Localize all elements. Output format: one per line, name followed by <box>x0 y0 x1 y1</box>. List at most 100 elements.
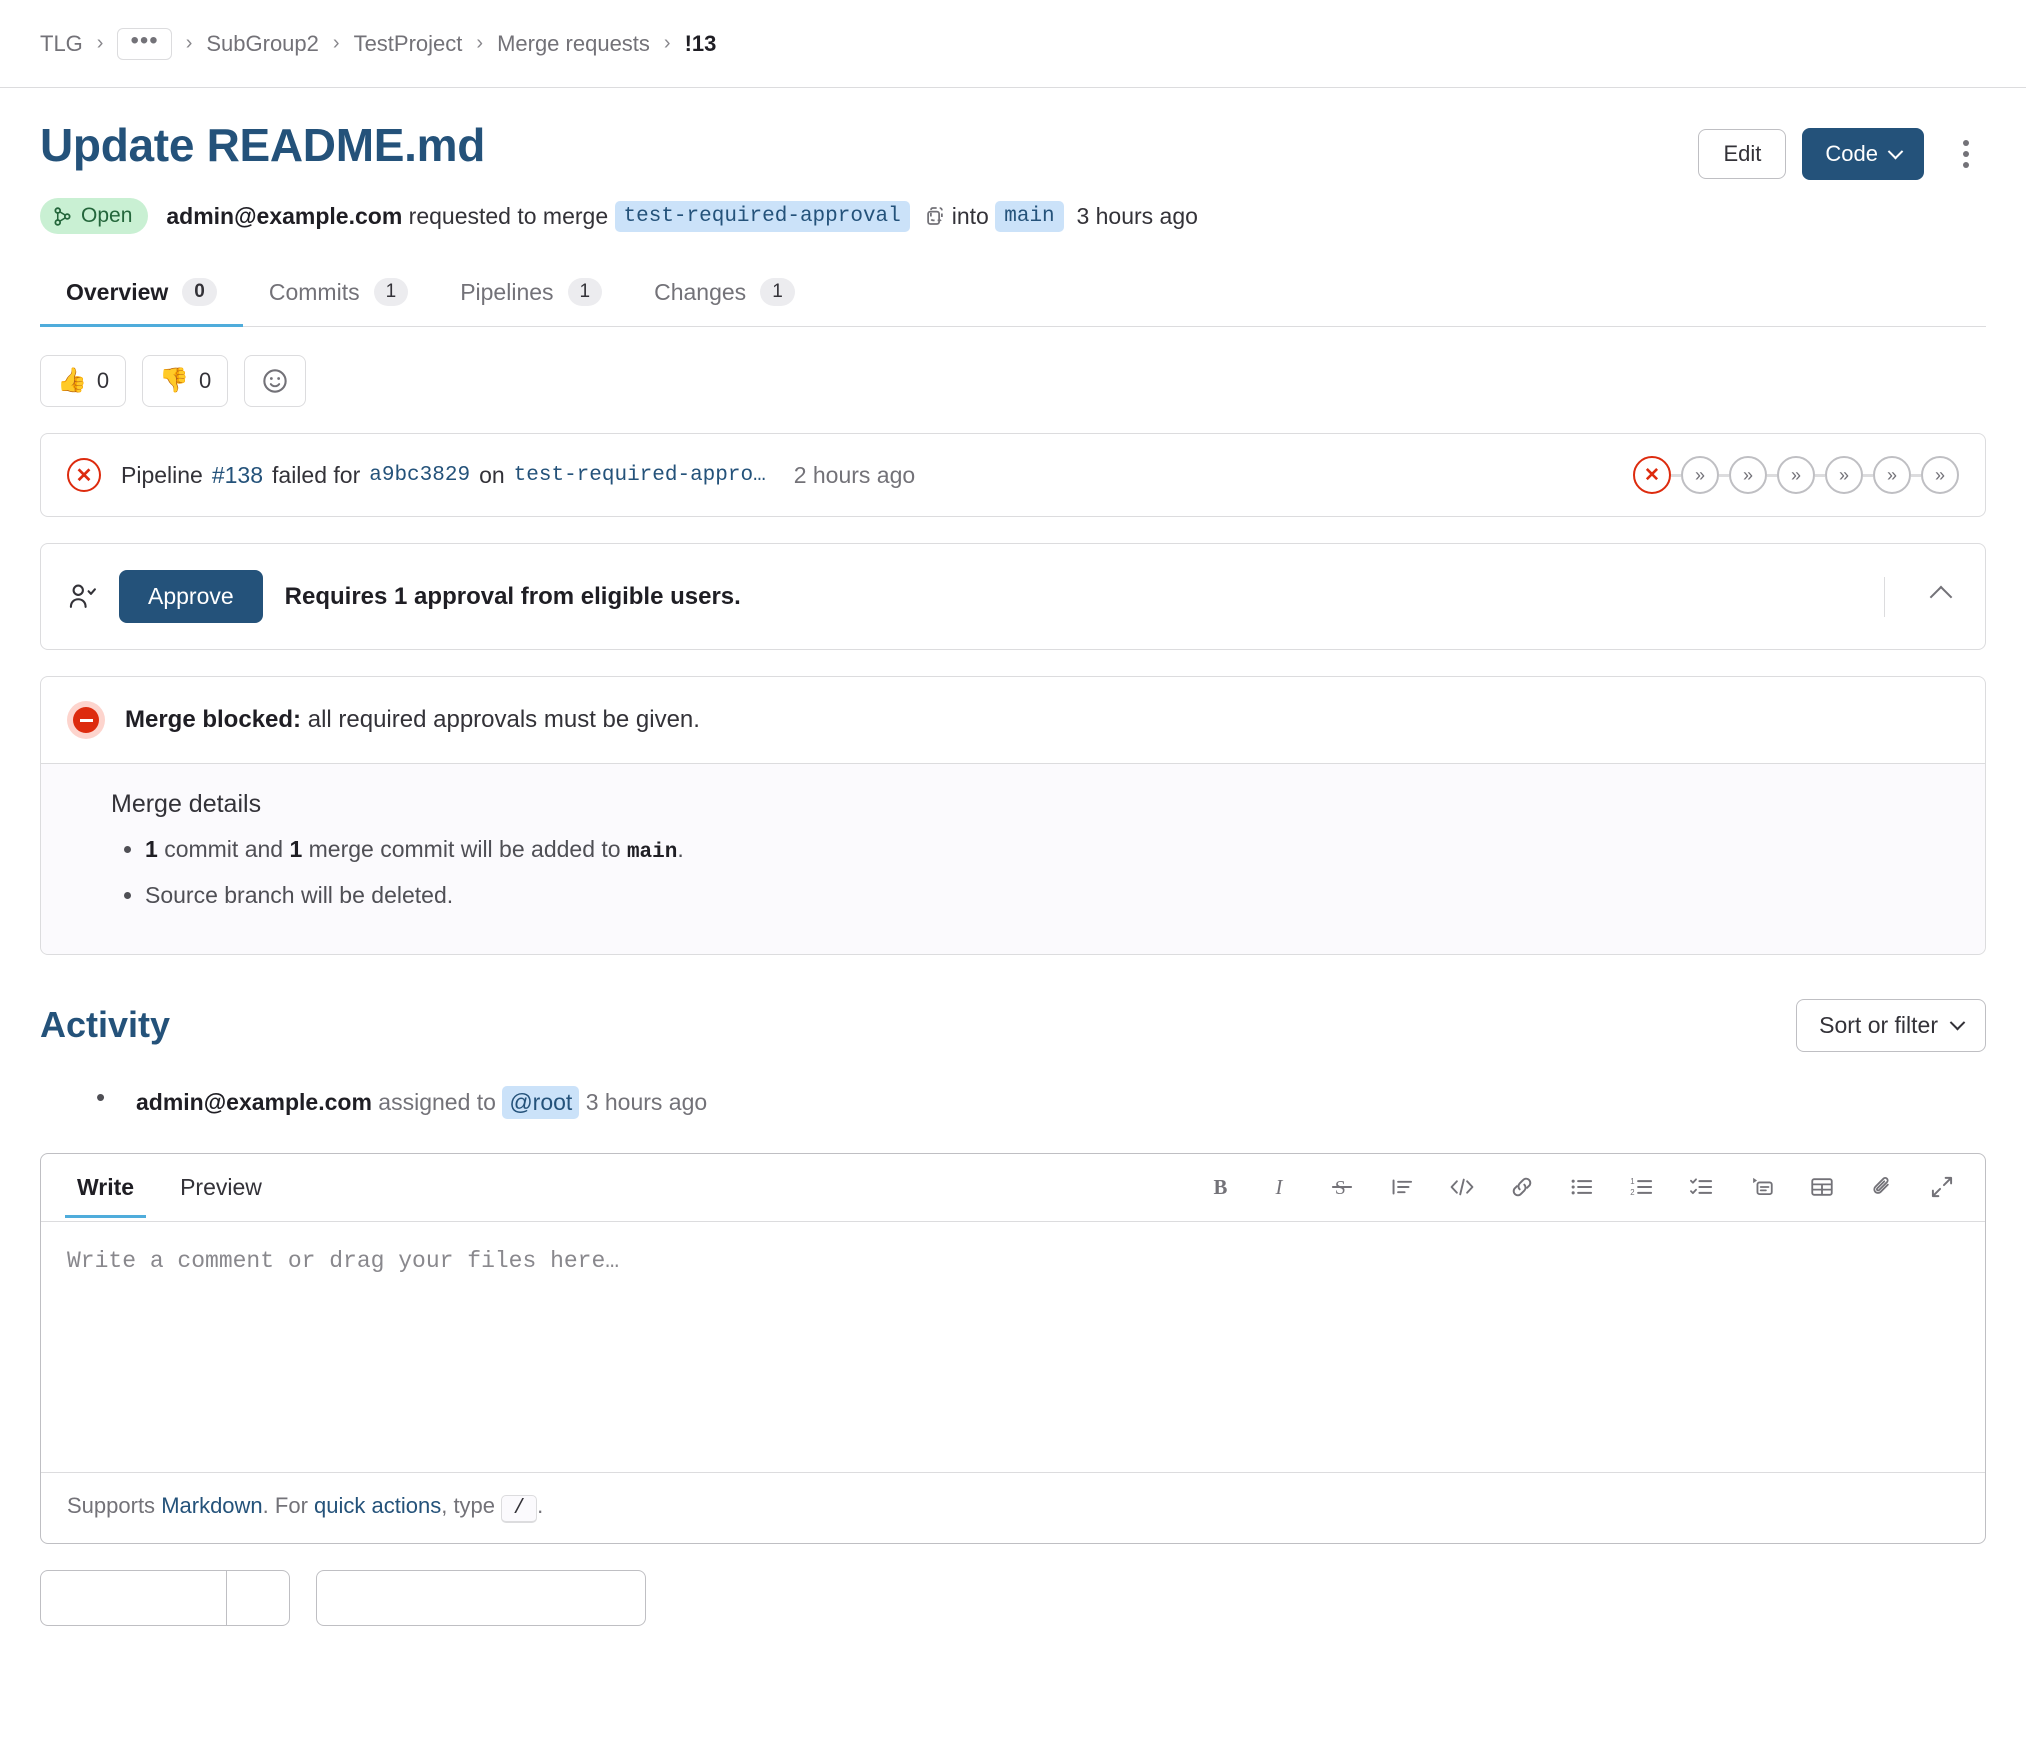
pipeline-stage-skipped-icon[interactable]: » <box>1825 456 1863 494</box>
merge-blocked-reason: all required approvals must be given. <box>307 706 700 733</box>
target-branch-chip[interactable]: main <box>995 200 1064 232</box>
reaction-thumbsdown-count: 0 <box>199 368 212 393</box>
numbered-list-icon[interactable]: 1 2 <box>1623 1168 1661 1206</box>
code-icon[interactable] <box>1443 1168 1481 1206</box>
breadcrumb-separator: › <box>332 32 340 54</box>
breadcrumb-separator: › <box>476 32 484 54</box>
activity-mention[interactable]: @root <box>502 1085 580 1119</box>
breadcrumb: TLG › ••• › SubGroup2 › TestProject › Me… <box>0 0 2026 88</box>
strikethrough-icon[interactable]: S <box>1323 1168 1361 1206</box>
close-merge-request-button[interactable] <box>316 1569 646 1626</box>
reaction-thumbsup-count: 0 <box>96 368 110 393</box>
approvals-row: Approve Requires 1 approval from eligibl… <box>41 544 1985 649</box>
activity-author[interactable]: admin@example.com <box>136 1089 372 1116</box>
comment-submit-split-button[interactable] <box>40 1569 290 1626</box>
breadcrumb-separator: › <box>185 32 193 54</box>
status-badge-label: Open <box>81 204 133 227</box>
chevron-down-icon <box>1949 1014 1966 1031</box>
reaction-thumbsup-button[interactable]: 👍 0 <box>40 355 127 407</box>
breadcrumb-separator: › <box>96 32 104 54</box>
code-dropdown-button[interactable]: Code <box>1802 128 1924 180</box>
breadcrumb-ellipsis-button[interactable]: ••• <box>117 27 172 60</box>
thumbsdown-icon: 👎 <box>159 367 190 394</box>
merge-request-icon <box>54 206 71 226</box>
stage-connector <box>1671 473 1681 477</box>
tab-overview-label: Overview <box>66 278 169 305</box>
tab-commits[interactable]: Commits 1 <box>243 268 434 327</box>
sort-or-filter-button[interactable]: Sort or filter <box>1796 998 1986 1052</box>
comment-placeholder: Write a comment or drag your files here… <box>67 1247 620 1274</box>
collapse-approvals-icon[interactable] <box>1929 585 1953 608</box>
merge-details-item-commits: 1 commit and 1 merge commit will be adde… <box>145 833 1959 867</box>
breadcrumb-separator: › <box>663 32 671 54</box>
pipeline-stage-skipped-icon[interactable]: » <box>1729 456 1767 494</box>
pipeline-stage-skipped-icon[interactable]: » <box>1921 456 1959 494</box>
approve-button[interactable]: Approve <box>119 570 263 623</box>
editor-tab-preview[interactable]: Preview <box>168 1158 274 1218</box>
quick-actions-link[interactable]: quick actions <box>314 1493 441 1518</box>
pipeline-stage-failed-icon[interactable]: ✕ <box>1633 456 1671 494</box>
page-title: Update README.md <box>40 119 486 171</box>
merge-request-status-line: Open admin@example.com requested to merg… <box>40 198 1986 234</box>
approvals-user-icon <box>69 584 96 608</box>
merge-target-branch: main <box>626 841 678 864</box>
reaction-thumbsdown-button[interactable]: 👎 0 <box>142 355 229 407</box>
italic-icon[interactable]: I <box>1263 1168 1301 1206</box>
merge-details-list: 1 commit and 1 merge commit will be adde… <box>111 833 1959 912</box>
stage-connector <box>1719 473 1729 477</box>
pipeline-status-row: ✕ Pipeline #138 failed for a9bc3829 on t… <box>41 434 1985 516</box>
add-reaction-button[interactable] <box>244 355 307 407</box>
tab-pipelines[interactable]: Pipelines 1 <box>434 268 628 327</box>
svg-text:S: S <box>1335 1178 1346 1199</box>
breadcrumb-item-project[interactable]: TestProject <box>354 31 463 57</box>
smiley-icon <box>263 369 287 393</box>
pipeline-branch-link[interactable]: test-required-appro… <box>514 464 766 487</box>
comment-submit-dropdown[interactable] <box>227 1571 289 1625</box>
merge-details-item-source-branch: Source branch will be deleted. <box>145 879 1959 911</box>
merge-request-tabs: Overview 0 Commits 1 Pipelines 1 Changes… <box>40 268 1986 327</box>
header-actions: Edit Code <box>1698 120 1986 180</box>
breadcrumb-item-subgroup[interactable]: SubGroup2 <box>206 31 319 57</box>
pipeline-stage-skipped-icon[interactable]: » <box>1681 456 1719 494</box>
edit-button[interactable]: Edit <box>1698 129 1787 179</box>
breadcrumb-item-current: !13 <box>684 30 717 56</box>
pipeline-stage-skipped-icon[interactable]: » <box>1777 456 1815 494</box>
editor-tab-write[interactable]: Write <box>65 1158 147 1219</box>
merge-details-section: Merge details 1 commit and 1 merge commi… <box>41 763 1985 954</box>
more-actions-button[interactable] <box>1946 131 1986 177</box>
tab-changes[interactable]: Changes 1 <box>628 268 821 327</box>
comment-submit-main[interactable] <box>41 1571 226 1625</box>
quote-icon[interactable] <box>1383 1168 1421 1206</box>
merge-request-author[interactable]: admin@example.com <box>166 203 402 230</box>
kebab-dot <box>1963 140 1969 146</box>
bold-icon[interactable]: B <box>1203 1168 1241 1206</box>
link-icon[interactable] <box>1503 1168 1541 1206</box>
activity-action: assigned to <box>378 1088 496 1115</box>
collapsible-section-icon[interactable] <box>1743 1168 1781 1206</box>
activity-item: admin@example.com assigned to @root 3 ho… <box>80 1082 1986 1119</box>
pipeline-commit-link[interactable]: a9bc3829 <box>369 464 470 487</box>
breadcrumb-item-group[interactable]: TLG <box>40 31 83 57</box>
fullscreen-icon[interactable] <box>1923 1168 1961 1206</box>
divider <box>1884 576 1885 617</box>
pipeline-stages: ✕ » » » » » » <box>1633 456 1959 494</box>
breadcrumb-item-merge-requests[interactable]: Merge requests <box>497 31 650 57</box>
merge-blocked-text: Merge blocked: all required approvals mu… <box>125 706 700 734</box>
markdown-link[interactable]: Markdown <box>161 1493 262 1518</box>
commit-mid-text: commit and <box>164 836 284 862</box>
commit-count: 1 <box>145 836 158 862</box>
attachment-icon[interactable] <box>1863 1168 1901 1206</box>
tab-overview[interactable]: Overview 0 <box>40 268 243 327</box>
source-branch-chip[interactable]: test-required-approval <box>614 200 910 232</box>
table-icon[interactable] <box>1803 1168 1841 1206</box>
pipeline-id-link[interactable]: #138 <box>212 462 263 489</box>
copy-branch-icon[interactable] <box>924 205 946 227</box>
pipeline-stage-skipped-icon[interactable]: » <box>1873 456 1911 494</box>
kebab-dot <box>1963 162 1969 168</box>
status-badge: Open <box>40 198 149 234</box>
merge-status-card: Merge blocked: all required approvals mu… <box>40 676 1986 955</box>
task-list-icon[interactable] <box>1683 1168 1721 1206</box>
merge-action-text: requested to merge <box>408 202 609 229</box>
comment-textarea[interactable]: Write a comment or drag your files here… <box>41 1222 1985 1472</box>
bullet-list-icon[interactable] <box>1563 1168 1601 1206</box>
